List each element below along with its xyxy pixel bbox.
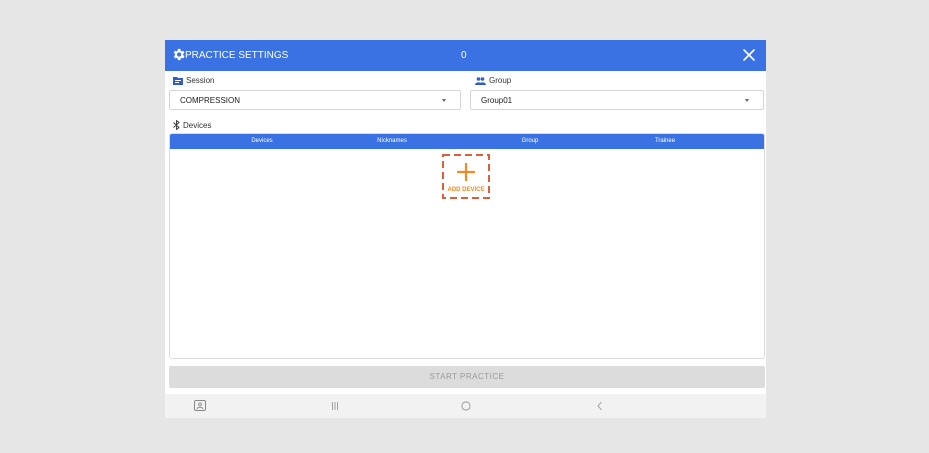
- plus-icon: [457, 163, 475, 181]
- session-value: COMPRESSION: [180, 96, 241, 105]
- devices-label-text: Devices: [183, 120, 212, 130]
- bluetooth-icon: [173, 120, 180, 130]
- screen-icon[interactable]: [192, 398, 208, 414]
- people-icon: [475, 76, 486, 85]
- session-label-text: Session: [186, 76, 215, 85]
- session-label: Session: [173, 76, 214, 85]
- table-header: Devices Nicknames Group Trainee: [170, 134, 764, 149]
- group-label-text: Group: [489, 76, 512, 85]
- device-count: 0: [461, 50, 467, 61]
- session-select[interactable]: COMPRESSION: [169, 90, 461, 110]
- folder-icon: [173, 77, 183, 85]
- add-device-button[interactable]: ADD DEVICE: [442, 154, 490, 199]
- chevron-down-icon: [745, 99, 749, 102]
- devices-table: Devices Nicknames Group Trainee ADD DEVI…: [169, 133, 765, 359]
- group-label: Group: [475, 76, 511, 85]
- column-header-nicknames: Nicknames: [377, 138, 407, 144]
- devices-label: Devices: [173, 120, 211, 130]
- column-header-trainee: Trainee: [654, 138, 676, 144]
- start-practice-button[interactable]: START PRACTICE: [169, 366, 765, 388]
- group-select[interactable]: Group01: [470, 90, 764, 110]
- group-value: Group01: [481, 96, 513, 105]
- chevron-down-icon: [442, 99, 446, 102]
- gear-icon: [173, 48, 185, 61]
- dialog-header: PRACTICE SETTINGS 0: [165, 40, 766, 71]
- recent-apps-icon[interactable]: [327, 398, 343, 414]
- android-navigation-bar: [165, 394, 766, 418]
- dialog-title: PRACTICE SETTINGS: [185, 50, 289, 61]
- add-device-label: ADD DEVICE: [447, 187, 485, 193]
- column-header-devices: Devices: [251, 138, 273, 144]
- practice-settings-dialog: PRACTICE SETTINGS 0 Session COMPRESSION …: [165, 40, 766, 418]
- home-icon[interactable]: [458, 398, 474, 414]
- back-icon[interactable]: [592, 398, 608, 414]
- close-icon[interactable]: [742, 48, 756, 62]
- column-header-group: Group: [521, 138, 539, 144]
